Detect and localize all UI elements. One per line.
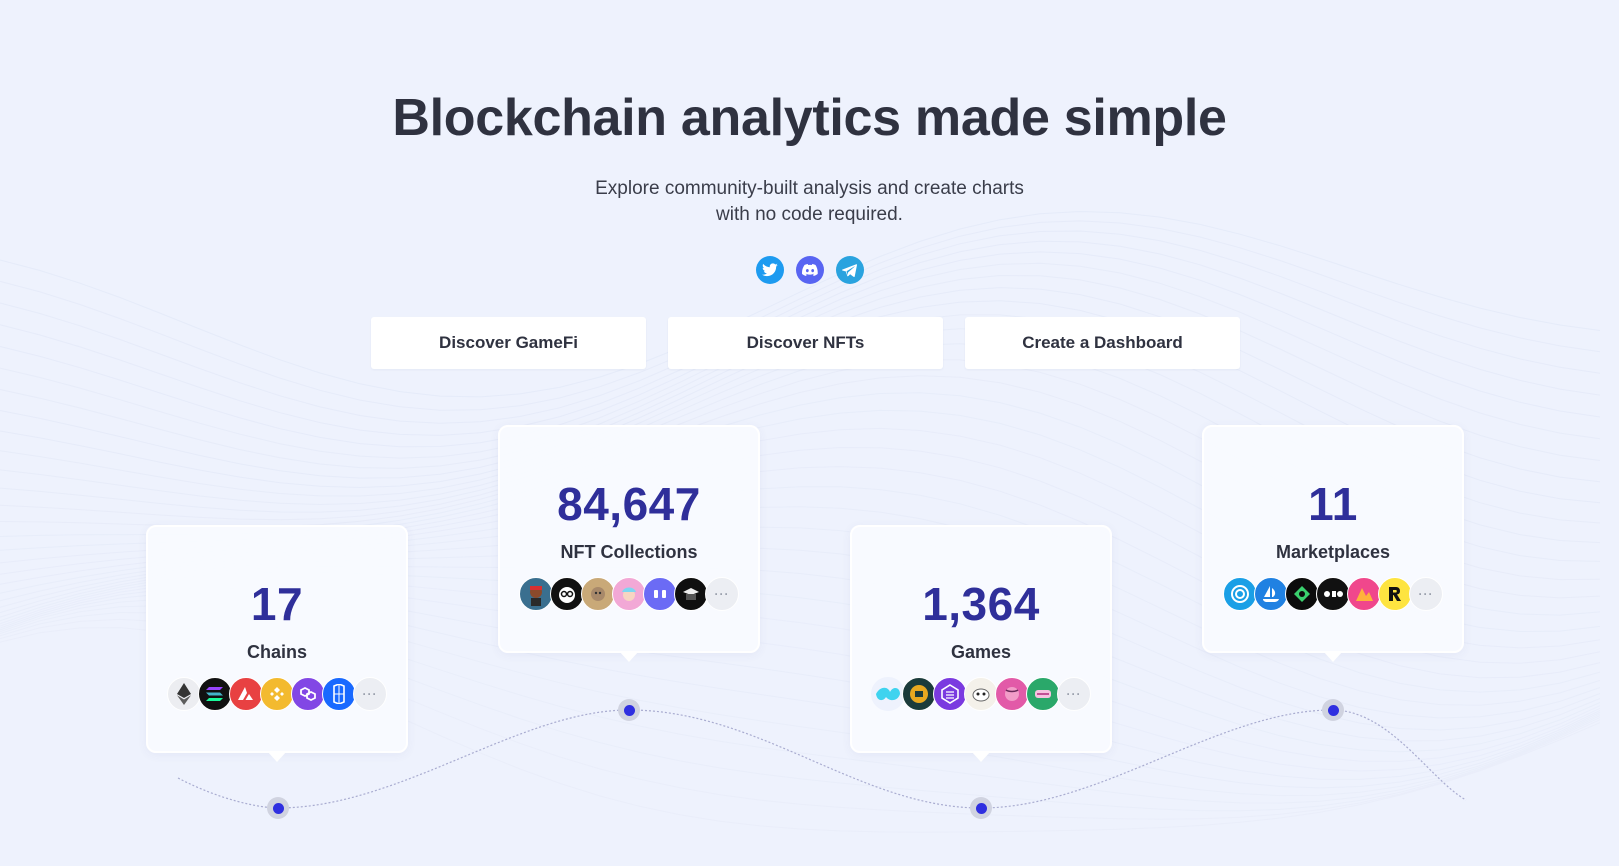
- create-dashboard-button[interactable]: Create a Dashboard: [965, 317, 1240, 369]
- game-2-icon: [902, 677, 936, 711]
- timeline-dot-games: [970, 797, 992, 819]
- card-pointer: [267, 751, 287, 762]
- cta-buttons: Discover GameFi Discover NFTs Create a D…: [371, 317, 1240, 369]
- social-links: [0, 256, 1619, 284]
- stat-label: Marketplaces: [1275, 542, 1391, 562]
- card-pointer: [1323, 651, 1343, 662]
- stat-value: 1,364: [922, 578, 1040, 630]
- stat-card-games[interactable]: 1,364 Games ···: [850, 525, 1112, 762]
- stat-logos: ···: [1204, 577, 1462, 611]
- hero-subtitle-line-2: with no code required.: [716, 204, 903, 225]
- stat-label: NFT Collections: [560, 542, 698, 562]
- nft-avatar-5-icon: [643, 577, 677, 611]
- nft-avatar-1-icon: [519, 577, 553, 611]
- discord-icon[interactable]: [795, 256, 824, 284]
- nft-avatar-2-icon: [550, 577, 584, 611]
- page-title: Blockchain analytics made simple: [392, 89, 1227, 147]
- bnb-icon: [260, 677, 294, 711]
- marketplace-5-icon: [1347, 577, 1381, 611]
- avalanche-icon: [229, 677, 263, 711]
- timeline-dot-marketplaces: [1322, 699, 1344, 721]
- opensea-icon: [1254, 577, 1288, 611]
- polygon-icon: [291, 677, 325, 711]
- hero-subtitle-line-1: Explore community-built analysis and cre…: [595, 178, 1024, 199]
- card-pointer: [971, 751, 991, 762]
- more-nft-icon[interactable]: ···: [705, 577, 739, 611]
- stat-card-chains[interactable]: 17 Chains ···: [146, 525, 408, 762]
- hero-subtitle: Explore community-built analysis and cre…: [0, 176, 1619, 228]
- game-3-icon: [933, 677, 967, 711]
- telegram-icon[interactable]: [835, 256, 864, 284]
- nft-avatar-6-icon: [674, 577, 708, 611]
- more-marketplaces-icon[interactable]: ···: [1409, 577, 1443, 611]
- fantom-icon: [322, 677, 356, 711]
- game-5-icon: [995, 677, 1029, 711]
- discover-gamefi-button[interactable]: Discover GameFi: [371, 317, 646, 369]
- timeline-dot-nft-collections: [618, 699, 640, 721]
- twitter-icon[interactable]: [755, 256, 784, 284]
- marketplace-4-icon: [1316, 577, 1350, 611]
- stat-logos: ···: [852, 677, 1110, 711]
- game-6-icon: [1026, 677, 1060, 711]
- game-4-icon: [964, 677, 998, 711]
- stat-value: 84,647: [557, 478, 701, 530]
- stat-logos: ···: [148, 677, 406, 711]
- stat-logos: ···: [500, 577, 758, 611]
- stat-label: Games: [950, 642, 1012, 662]
- more-games-icon[interactable]: ···: [1057, 677, 1091, 711]
- stat-value: 17: [250, 578, 304, 630]
- stat-card-nft-collections[interactable]: 84,647 NFT Collections ···: [498, 425, 760, 662]
- marketplace-1-icon: [1223, 577, 1257, 611]
- timeline-dot-chains: [267, 797, 289, 819]
- rarible-icon: [1378, 577, 1412, 611]
- more-chains-icon[interactable]: ···: [353, 677, 387, 711]
- nft-avatar-3-icon: [581, 577, 615, 611]
- marketplace-3-icon: [1285, 577, 1319, 611]
- ethereum-icon: [167, 677, 201, 711]
- stat-card-marketplaces[interactable]: 11 Marketplaces ···: [1202, 425, 1464, 662]
- discover-nfts-button[interactable]: Discover NFTs: [668, 317, 943, 369]
- solana-icon: [198, 677, 232, 711]
- game-1-icon: [871, 677, 905, 711]
- stat-value: 11: [1308, 478, 1358, 530]
- stat-label: Chains: [246, 642, 307, 662]
- nft-avatar-4-icon: [612, 577, 646, 611]
- card-pointer: [619, 651, 639, 662]
